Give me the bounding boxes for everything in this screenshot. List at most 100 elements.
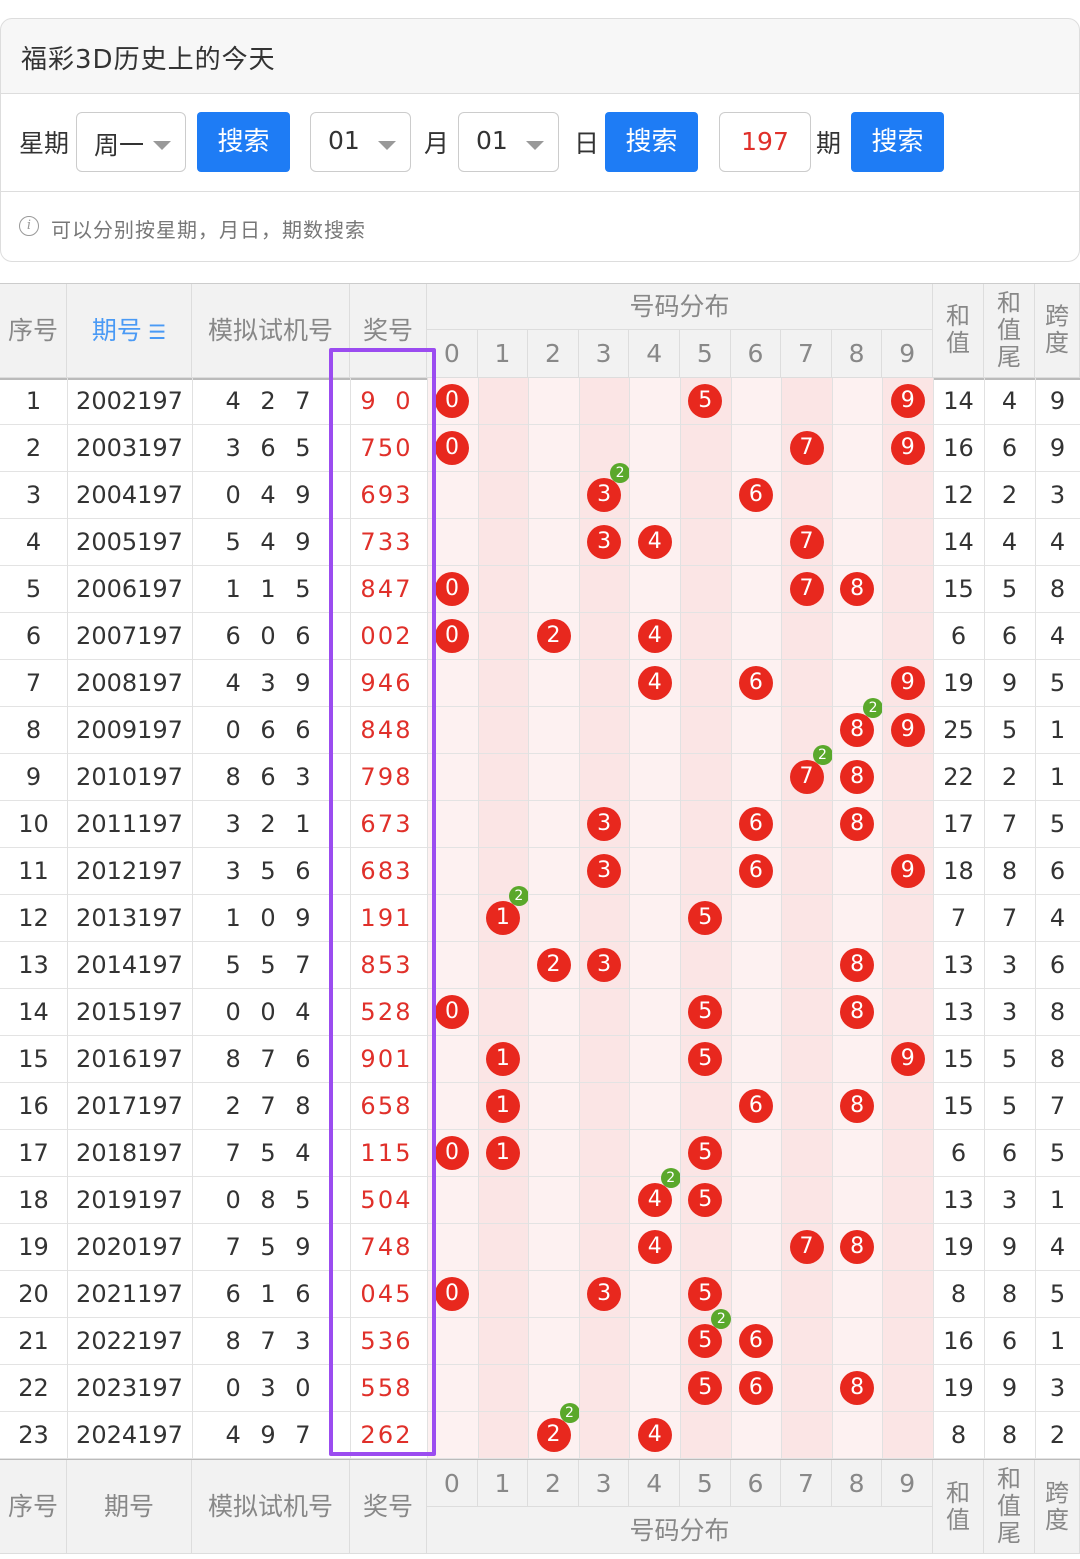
issue-search-button[interactable]: 搜索 xyxy=(851,112,944,172)
repeat-count-badge: 2 xyxy=(863,698,884,718)
row-simulated: 8 7 6 xyxy=(225,1045,317,1073)
row-issue: 2015197 xyxy=(76,998,183,1026)
row-sum-tail: 5 xyxy=(1001,1092,1018,1120)
row-span: 4 xyxy=(1049,528,1066,556)
digit-ball-0: 0 xyxy=(435,572,469,606)
row-sum: 14 xyxy=(943,387,974,415)
row-sum: 8 xyxy=(950,1421,967,1449)
row-sum: 22 xyxy=(943,763,974,791)
row-sum-tail: 8 xyxy=(1001,1421,1018,1449)
row-span: 1 xyxy=(1049,763,1066,791)
digit-ball-6: 6 xyxy=(738,1089,773,1123)
row-sum: 16 xyxy=(943,1327,974,1355)
issue-input[interactable]: 197 xyxy=(719,112,811,172)
row-index: 11 xyxy=(18,857,49,885)
row-sum: 6 xyxy=(950,1139,967,1167)
header-span-label: 跨度 xyxy=(1045,1478,1069,1534)
row-winning: 9 0 5 xyxy=(360,387,417,462)
grid-line xyxy=(528,378,529,1459)
row-sum-tail: 5 xyxy=(1001,575,1018,603)
row-simulated: 7 5 4 xyxy=(225,1139,317,1167)
digit-ball-7: 7 xyxy=(789,431,824,465)
row-winning: 6 3 9 xyxy=(360,857,417,932)
row-index: 17 xyxy=(18,1139,49,1167)
header-issue[interactable]: 期号 ☰ xyxy=(67,283,192,378)
digit-ball-4: 4 xyxy=(637,666,672,700)
row-sum: 17 xyxy=(943,810,974,838)
day-select[interactable]: 01 xyxy=(458,112,559,172)
row-sum: 12 xyxy=(943,481,974,509)
digit-ball-2: 2 xyxy=(536,619,571,653)
date-search-button[interactable]: 搜索 xyxy=(605,112,698,172)
digit-ball-4: 4 xyxy=(637,619,672,653)
row-span: 9 xyxy=(1049,434,1066,462)
row-sum-tail: 2 xyxy=(1001,481,1018,509)
header-digit-0: 0 xyxy=(427,330,478,378)
row-issue: 2012197 xyxy=(76,857,183,885)
row-simulated: 3 2 1 xyxy=(225,810,317,838)
digit-ball-3: 3 xyxy=(587,478,622,512)
row-sum: 15 xyxy=(943,575,974,603)
row-sum-tail: 9 xyxy=(1001,1233,1018,1261)
row-issue: 2008197 xyxy=(76,669,183,697)
history-table: 序号 期号 ☰ 模拟试机号 奖号 号码分布 0 1 2 3 4 5 6 7 8 9 和值和值尾跨度 1 20021… xyxy=(0,283,1080,1554)
row-span: 1 xyxy=(1049,1327,1066,1355)
row-sum: 8 xyxy=(950,1280,967,1308)
digit-ball-3: 3 xyxy=(587,948,622,982)
month-select[interactable]: 01 xyxy=(310,112,411,172)
header-distribution: 号码分布 xyxy=(427,283,933,330)
weekday-select[interactable]: 周一 xyxy=(76,112,186,172)
row-winning: 0 2 4 xyxy=(360,622,417,697)
row-winning: 7 3 4 xyxy=(360,528,417,603)
row-simulated: 6 0 6 xyxy=(225,622,317,650)
digit-ball-8: 8 xyxy=(840,572,875,606)
digit-ball-8: 8 xyxy=(840,948,875,982)
footer-digit-4: 4 xyxy=(629,1460,680,1507)
row-simulated: 5 5 7 xyxy=(225,951,317,979)
header-digit-1: 1 xyxy=(477,330,529,378)
row-sum-tail: 4 xyxy=(1001,528,1018,556)
digit-ball-6: 6 xyxy=(738,478,773,512)
row-span: 2 xyxy=(1049,1421,1066,1449)
digit-ball-0: 0 xyxy=(435,1136,469,1170)
row-winning: 6 3 3 xyxy=(360,481,417,556)
row-index: 2 xyxy=(25,434,42,462)
row-sum-tail: 5 xyxy=(1001,716,1018,744)
digit-ball-3: 3 xyxy=(587,1277,622,1311)
header-winning: 奖号 xyxy=(350,283,427,378)
row-issue: 2022197 xyxy=(76,1327,183,1355)
weekday-search-button[interactable]: 搜索 xyxy=(197,112,290,172)
header-digit-9: 9 xyxy=(882,330,933,378)
header-sum-tail-label: 和值尾 xyxy=(997,1465,1021,1547)
chevron-down-icon xyxy=(378,141,396,150)
digit-ball-7: 7 xyxy=(789,1230,824,1264)
row-index: 1 xyxy=(25,387,42,415)
row-issue: 2020197 xyxy=(76,1233,183,1261)
row-issue: 2003197 xyxy=(76,434,183,462)
sort-icon[interactable]: ☰ xyxy=(142,320,166,344)
row-issue: 2011197 xyxy=(76,810,183,838)
row-sum: 18 xyxy=(943,857,974,885)
footer-digit-6: 6 xyxy=(730,1460,782,1507)
row-index: 21 xyxy=(18,1327,49,1355)
row-issue: 2019197 xyxy=(76,1186,183,1214)
month-label: 月 xyxy=(424,129,450,158)
row-span: 1 xyxy=(1049,716,1066,744)
footer-digit-1: 1 xyxy=(477,1460,529,1507)
row-winning: 1 1 5 xyxy=(360,904,417,979)
row-simulated: 6 1 6 xyxy=(225,1280,317,1308)
grid-line xyxy=(350,378,351,1459)
row-span: 4 xyxy=(1049,904,1066,932)
digit-ball-9: 9 xyxy=(890,1042,925,1076)
header-issue-footer: 期号 xyxy=(67,1460,192,1554)
row-span: 8 xyxy=(1049,575,1066,603)
row-winning: 5 4 4 xyxy=(360,1186,417,1261)
row-winning: 7 8 4 xyxy=(360,1233,417,1308)
row-sum: 19 xyxy=(943,1233,974,1261)
row-winning: 1 5 0 xyxy=(360,1139,417,1214)
digit-ball-3: 3 xyxy=(587,807,622,841)
table-top-border xyxy=(0,283,1080,284)
weekday-label: 星期 xyxy=(19,129,70,158)
row-issue: 2023197 xyxy=(76,1374,183,1402)
grid-line xyxy=(1035,378,1036,1459)
